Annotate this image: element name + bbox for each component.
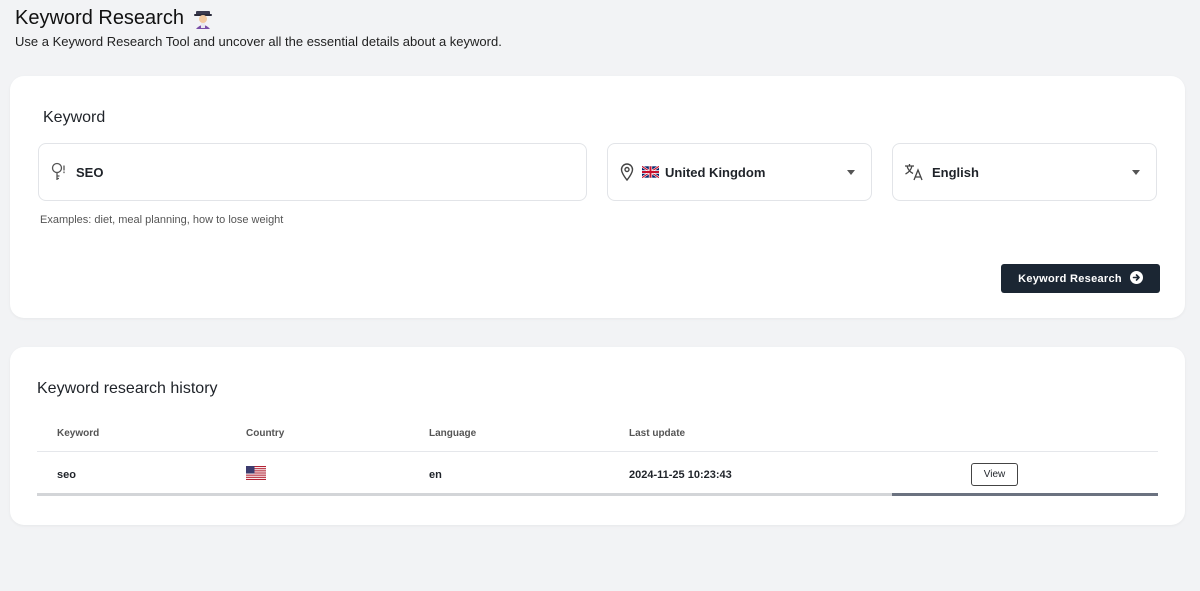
keyword-search-card: Keyword SEO United Kingdom English Examp…: [10, 76, 1185, 318]
keyword-input[interactable]: SEO: [38, 143, 587, 201]
country-select-value: United Kingdom: [665, 164, 766, 180]
keyword-research-button-label: Keyword Research: [1018, 272, 1122, 285]
column-header-last-update: Last update: [629, 428, 686, 439]
arrow-right-circle-icon: [1129, 270, 1143, 287]
keyword-research-button[interactable]: Keyword Research: [1001, 264, 1160, 293]
language-select[interactable]: English: [892, 143, 1157, 201]
us-flag-icon: [246, 466, 266, 485]
view-button[interactable]: View: [971, 463, 1018, 486]
keyword-examples-hint: Examples: diet, meal planning, how to lo…: [40, 214, 284, 226]
history-title: Keyword research history: [37, 380, 218, 397]
column-header-language: Language: [429, 428, 477, 439]
row-language: en: [429, 469, 442, 481]
translate-icon: [904, 163, 924, 181]
chevron-down-icon: [1132, 169, 1140, 175]
page-title-text: Keyword Research: [15, 7, 184, 29]
column-header-country: Country: [246, 428, 285, 439]
keyword-history-card: Keyword research history Keyword Country…: [10, 347, 1185, 525]
table-header-divider: [37, 451, 1158, 452]
column-header-keyword: Keyword: [57, 428, 100, 439]
country-select[interactable]: United Kingdom: [607, 143, 872, 201]
detective-emoji-icon: [192, 8, 214, 30]
scrollbar-thumb[interactable]: [892, 493, 1158, 496]
chevron-down-icon: [847, 169, 855, 175]
keyword-input-value: SEO: [76, 164, 104, 180]
row-keyword: seo: [57, 469, 76, 481]
uk-flag-icon: [642, 166, 659, 178]
language-select-value: English: [932, 164, 979, 180]
page-title: Keyword Research: [15, 7, 214, 30]
row-last-update: 2024-11-25 10:23:43: [629, 469, 732, 481]
page-subtitle: Use a Keyword Research Tool and uncover …: [15, 34, 502, 49]
location-pin-icon: [620, 163, 634, 181]
keyword-section-label: Keyword: [43, 109, 106, 126]
table-horizontal-scrollbar[interactable]: [37, 493, 1158, 496]
keyword-icon: [50, 162, 68, 182]
